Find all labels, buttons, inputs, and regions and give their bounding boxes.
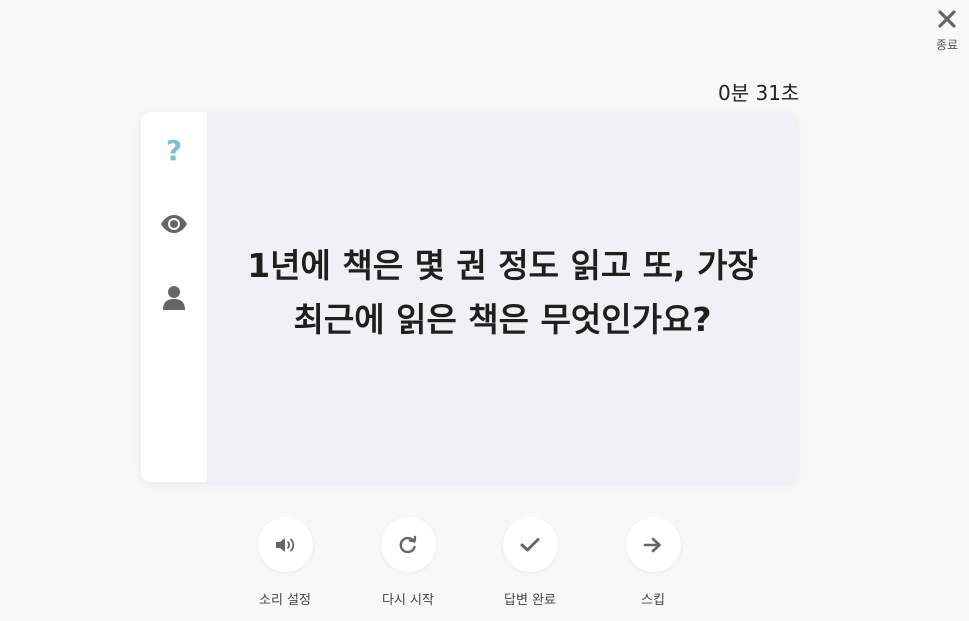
arrow-right-icon (643, 537, 661, 552)
close-icon[interactable] (936, 8, 958, 30)
check-icon (520, 537, 540, 551)
sound-settings-control: 소리 설정 (235, 517, 335, 608)
answer-complete-button[interactable] (502, 517, 558, 572)
question-line-1: 1년에 책은 몇 권 정도 읽고 또, 가장 (247, 246, 758, 285)
restart-label: 다시 시작 (382, 593, 434, 608)
restart-button[interactable] (380, 517, 436, 572)
volume-icon (276, 537, 295, 552)
eye-icon[interactable] (159, 209, 189, 239)
close-button[interactable]: 종료 (931, 6, 963, 53)
sound-settings-button[interactable] (257, 517, 313, 572)
skip-button[interactable] (625, 517, 681, 572)
person-icon[interactable] (159, 283, 189, 313)
question-area: 1년에 책은 몇 권 정도 읽고 또, 가장 최근에 읽은 책은 무엇인가요? (207, 112, 798, 482)
question-text: 1년에 책은 몇 권 정도 읽고 또, 가장 최근에 읽은 책은 무엇인가요? (223, 239, 783, 347)
restart-icon (399, 535, 417, 553)
answer-complete-control: 답변 완료 (480, 517, 580, 608)
restart-control: 다시 시작 (358, 517, 458, 608)
skip-label: 스킵 (641, 593, 665, 608)
answer-complete-label: 답변 완료 (504, 593, 556, 608)
question-line-2: 최근에 읽은 책은 무엇인가요? (293, 300, 712, 339)
question-card: ? 1년에 책은 몇 권 정도 읽고 또, 가장 최근에 읽은 책은 무엇인가요… (141, 112, 798, 482)
timer: 0분 31초 (718, 81, 800, 105)
question-icon[interactable]: ? (159, 134, 189, 167)
card-sidebar: ? (141, 112, 207, 482)
sound-settings-label: 소리 설정 (259, 593, 311, 608)
close-label: 종료 (935, 38, 959, 52)
skip-control: 스킵 (603, 517, 703, 608)
